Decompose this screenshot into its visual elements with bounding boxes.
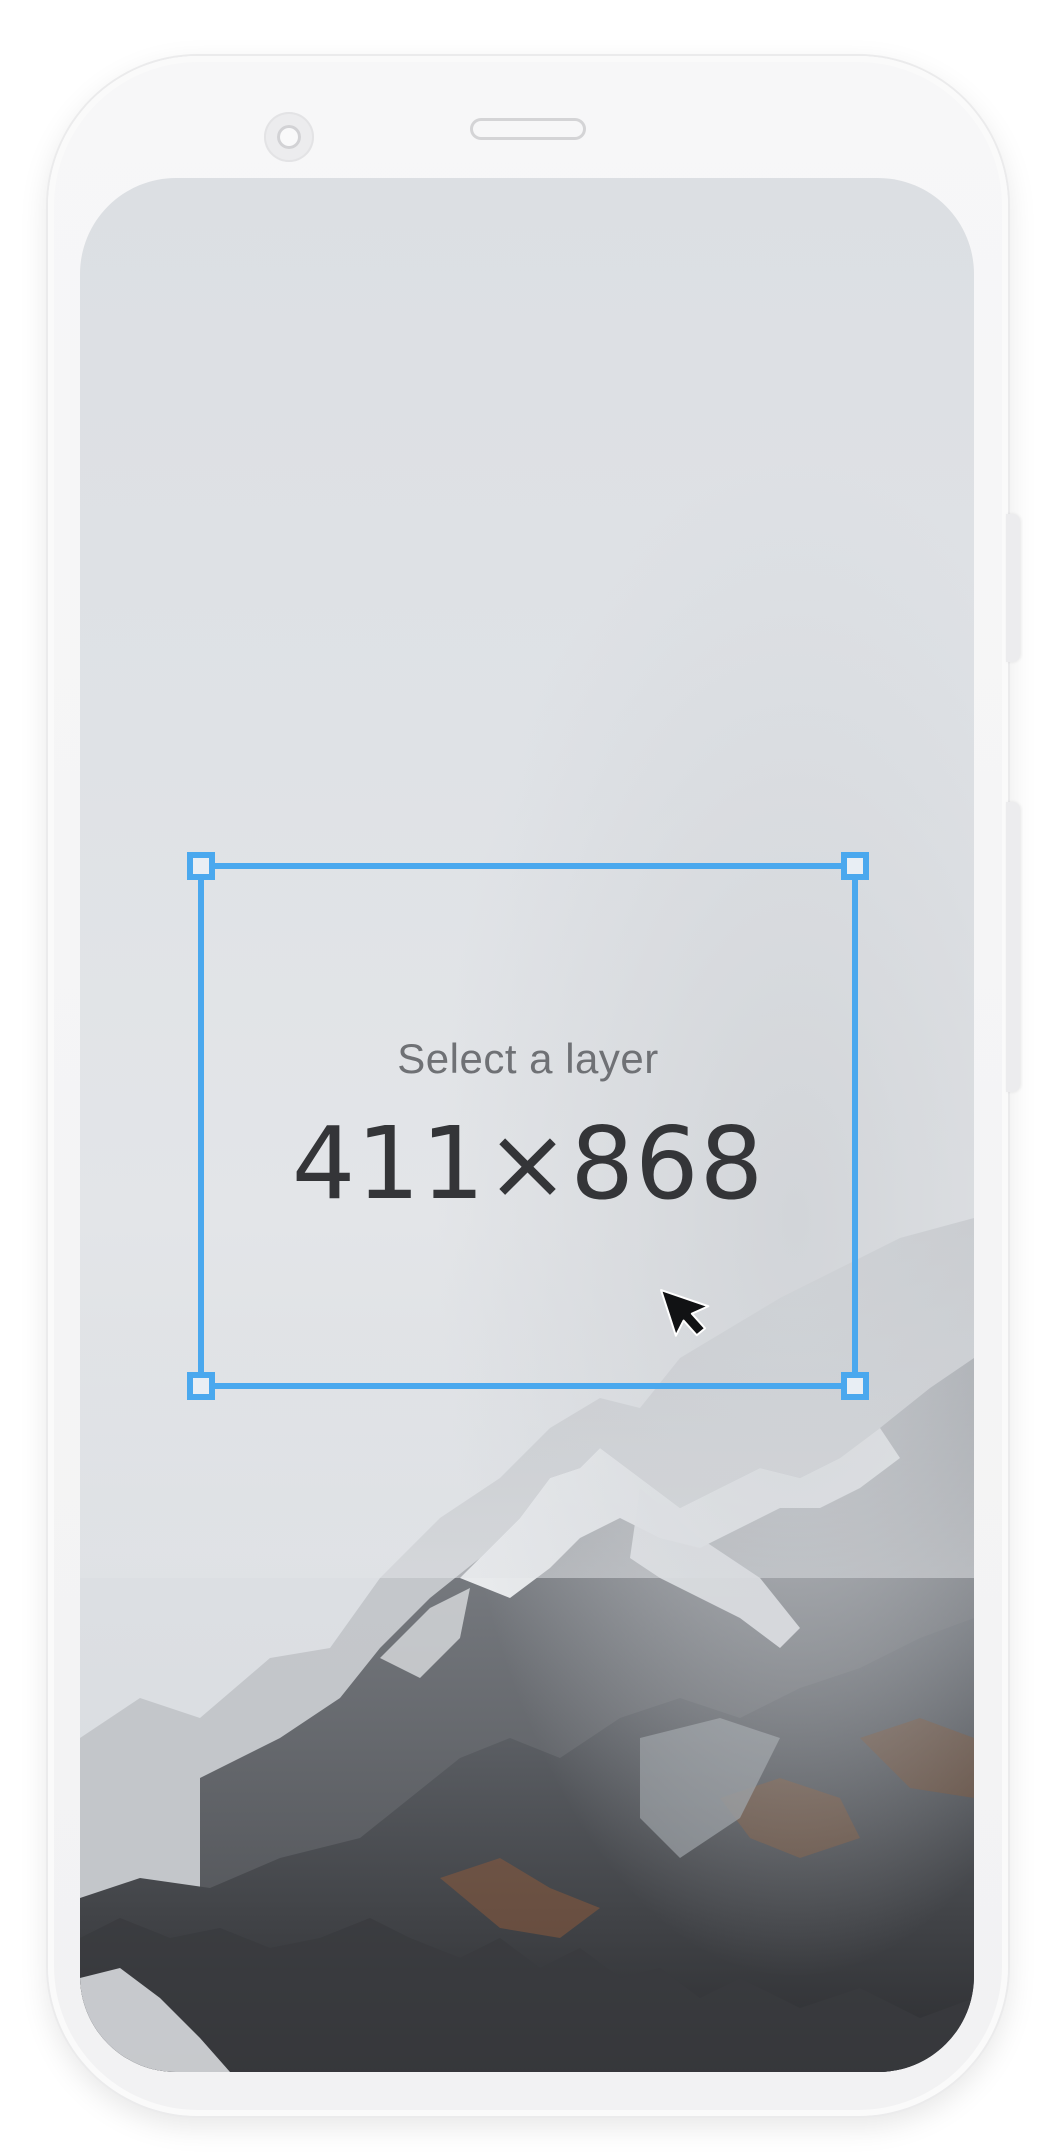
resize-handle-bottom-left[interactable] <box>187 1372 215 1400</box>
device-screen[interactable]: Select a layer 411×868 <box>80 178 974 2072</box>
resize-handle-top-right[interactable] <box>841 852 869 880</box>
selection-frame[interactable]: Select a layer 411×868 <box>187 852 869 1400</box>
selection-dimensions: 411×868 <box>291 1105 765 1222</box>
volume-button <box>1006 514 1020 662</box>
selection-hint-text: Select a layer <box>397 1035 659 1082</box>
arrow-cursor-icon <box>660 1289 710 1337</box>
speaker-grille-icon <box>470 118 586 140</box>
front-camera-icon <box>264 112 314 162</box>
resize-handle-bottom-right[interactable] <box>841 1372 869 1400</box>
power-button <box>1006 802 1020 1092</box>
resize-handle-top-left[interactable] <box>187 852 215 880</box>
